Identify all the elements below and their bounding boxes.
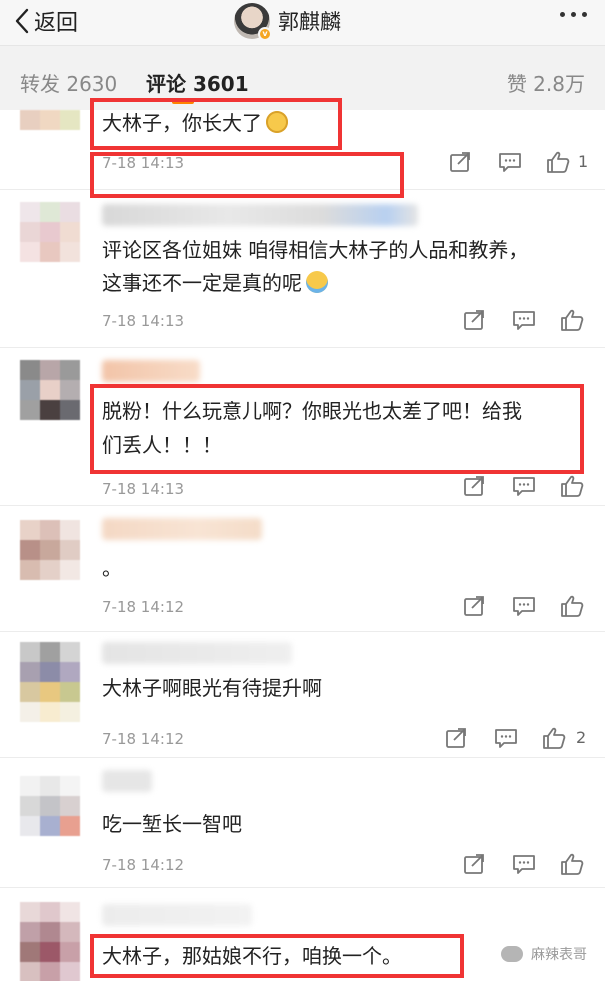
glasses-emoji-icon (266, 111, 288, 133)
list-item: 吃一堑长一智吧 7-18 14:12 (0, 758, 605, 888)
comment-icon[interactable] (498, 150, 524, 176)
like-icon[interactable] (546, 150, 572, 176)
comment-text: 大林子啊眼光有待提升啊 (102, 676, 322, 700)
list-item: 脱粉！什么玩意儿啊？你眼光也太差了吧！给我 们丢人！！！ 7-18 14:13 (0, 348, 605, 506)
share-icon[interactable] (448, 150, 474, 176)
avatar[interactable] (20, 642, 80, 722)
list-item: 大林子，那姑娘不行，咱换一个。 (0, 888, 605, 981)
like-count: 2 (576, 728, 587, 747)
comment-time: 7-18 14:12 (102, 856, 185, 874)
comment-text-line: 脱粉！什么玩意儿啊？你眼光也太差了吧！给我 (102, 399, 522, 423)
tab-comments[interactable]: 评论 3601 (146, 68, 249, 97)
share-icon[interactable] (462, 594, 488, 620)
avatar[interactable] (20, 902, 80, 981)
comment-actions (462, 474, 592, 500)
avatar[interactable]: v (234, 3, 272, 41)
share-icon[interactable] (462, 308, 488, 334)
comment-icon[interactable] (512, 852, 538, 878)
user-name-blurred (102, 904, 252, 926)
user-name[interactable]: 郭麒麟 (278, 6, 341, 36)
like-icon[interactable] (560, 308, 586, 334)
comment-icon[interactable] (512, 308, 538, 334)
comment-text: 。 (102, 556, 122, 580)
crying-laughing-emoji-icon (306, 271, 328, 293)
like-icon[interactable] (542, 726, 568, 752)
comment-text: 大林子，那姑娘不行，咱换一个。 (102, 944, 402, 968)
like-icon[interactable] (560, 852, 586, 878)
user-name-blurred (102, 204, 418, 226)
comment-actions (462, 308, 592, 334)
comment-icon[interactable] (512, 594, 538, 620)
share-icon[interactable] (462, 474, 488, 500)
comment-time: 7-18 14:13 (102, 480, 185, 498)
avatar[interactable] (20, 202, 80, 262)
watermark: 麻辣表哥 (501, 944, 587, 964)
like-icon[interactable] (560, 594, 586, 620)
list-item: 大林子啊眼光有待提升啊 7-18 14:12 2 (0, 152, 605, 758)
comment-icon[interactable] (494, 726, 520, 752)
comment-time: 7-18 14:12 (102, 730, 185, 748)
avatar[interactable] (20, 110, 80, 130)
comment-text-line: 们丢人！！！ (102, 433, 222, 457)
tab-repost[interactable]: 转发 2630 (20, 68, 117, 97)
list-item: 评论区各位姐妹 咱得相信大林子的人品和教养， 这事还不一定是真的呢 7-18 1… (0, 190, 605, 348)
comment-actions: 1 (448, 150, 598, 176)
comment-text: 大林子，你长大了 (102, 107, 288, 140)
nav-bar: 返回 v 郭麒麟 (0, 0, 605, 46)
share-icon[interactable] (444, 726, 470, 752)
comment-list[interactable]: 大林子，你长大了 7-18 14:13 1 评论区各位姐妹 咱得相信大林子的人品… (0, 98, 605, 981)
user-name-blurred (102, 770, 152, 792)
verified-badge-icon: v (258, 27, 272, 41)
comment-icon[interactable] (512, 474, 538, 500)
avatar[interactable] (20, 360, 80, 420)
comment-text: 这事还不一定是真的呢 (102, 267, 328, 300)
list-item: 。 7-18 14:12 (0, 506, 605, 632)
tab-likes[interactable]: 赞 2.8万 (507, 68, 585, 97)
comment-text: 吃一堑长一智吧 (102, 812, 242, 836)
post-author[interactable]: v 郭麒麟 (234, 3, 341, 41)
comment-actions (462, 852, 592, 878)
comment-actions: 2 (444, 726, 594, 752)
like-icon[interactable] (560, 474, 586, 500)
highlight-box (90, 152, 404, 198)
comment-actions (462, 594, 592, 620)
back-chevron-icon (15, 8, 29, 34)
comment-text-line: 评论区各位姐妹 咱得相信大林子的人品和教养， (102, 238, 529, 262)
like-count: 1 (578, 152, 589, 171)
comment-time: 7-18 14:12 (102, 598, 185, 616)
watermark-text: 麻辣表哥 (531, 947, 587, 963)
user-name-blurred (102, 642, 292, 664)
user-name-blurred (102, 518, 262, 540)
avatar[interactable] (20, 776, 80, 836)
back-button[interactable]: 返回 (14, 6, 78, 36)
comment-time: 7-18 14:13 (102, 312, 185, 330)
wechat-icon (501, 946, 523, 962)
back-label: 返回 (34, 11, 79, 36)
more-dots-icon[interactable] (560, 12, 587, 17)
user-name-blurred (102, 360, 200, 382)
avatar[interactable] (20, 520, 80, 580)
share-icon[interactable] (462, 852, 488, 878)
